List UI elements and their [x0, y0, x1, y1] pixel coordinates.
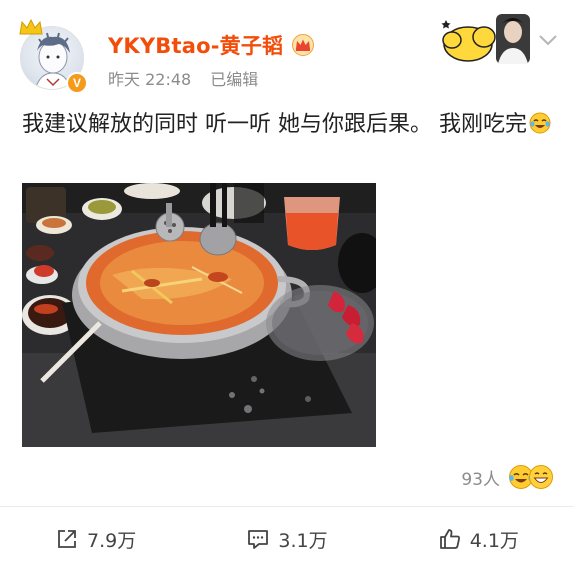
username-row: YKYBtao-黄子韬 [108, 30, 315, 60]
like-count: 4.1万 [469, 529, 519, 552]
action-bar: 7.9万 3.1万 4.1万 [0, 518, 574, 560]
edited-label[interactable]: 已编辑 [210, 70, 258, 89]
share-icon [58, 530, 76, 548]
likes-row[interactable]: 93人 [461, 464, 554, 490]
repost-button[interactable]: 7.9万 [0, 518, 191, 560]
thumbs-up-icon [439, 529, 460, 549]
hotpot-photo[interactable] [22, 183, 376, 447]
reaction-emoji-stack [508, 464, 554, 490]
post-content: 我建议解放的同时 听一听 她与你跟后果。 我刚吃完 [22, 108, 552, 142]
post-meta: 昨天 22:48 已编辑 [108, 66, 272, 90]
comment-icon [248, 530, 269, 549]
chevron-down-icon[interactable] [538, 33, 558, 47]
crown-icon [19, 18, 43, 35]
post-time: 昨天 22:48 [108, 70, 192, 89]
avatar[interactable]: V [19, 18, 88, 94]
like-button[interactable]: 4.1万 [383, 518, 574, 560]
likes-count: 93人 [461, 469, 500, 490]
grinning-emoji [529, 465, 553, 489]
repost-count: 7.9万 [87, 529, 137, 552]
username[interactable]: YKYBtao-黄子韬 [108, 30, 283, 60]
comment-count: 3.1万 [278, 529, 328, 552]
comment-button[interactable]: 3.1万 [191, 518, 382, 560]
divider [0, 506, 574, 507]
weibo-post: V YKYBtao-黄子韬 昨天 22:48 已编辑 我建议解放的同时 听一听 … [0, 0, 574, 574]
card-decoration-icon[interactable] [440, 10, 534, 66]
post-text: 我建议解放的同时 听一听 她与你跟后果。 我刚吃完 [22, 112, 527, 137]
verified-badge: V [66, 72, 88, 94]
vip-crown-icon[interactable] [291, 34, 315, 56]
laughing-tears-emoji [529, 112, 551, 134]
